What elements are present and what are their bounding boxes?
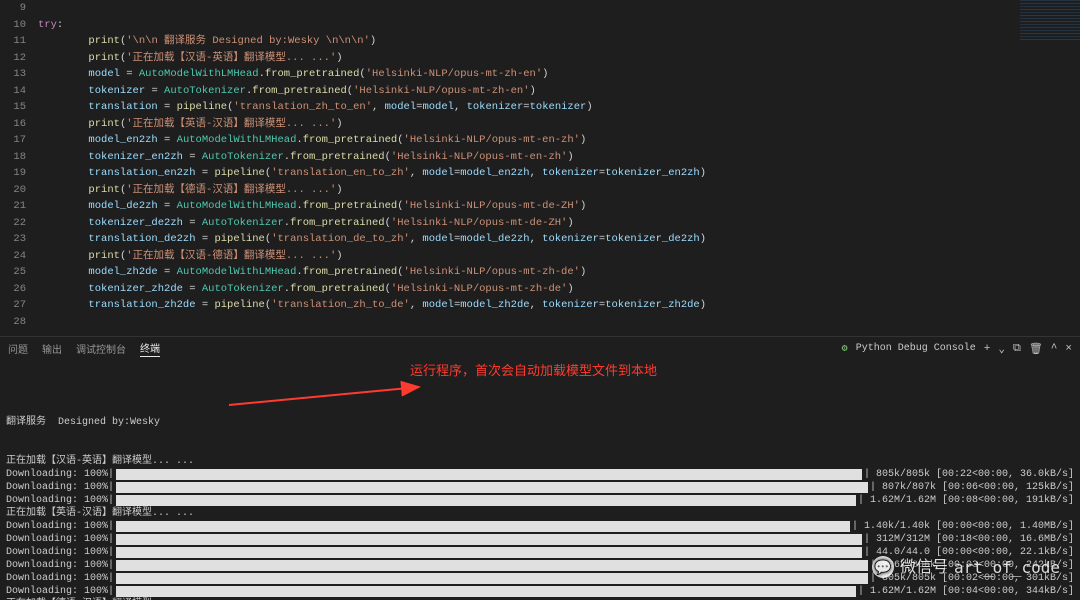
tab-debug-console[interactable]: 调试控制台 [76,341,126,357]
code-line[interactable]: translation_de2zh = pipeline('translatio… [38,231,1080,248]
terminal-output[interactable]: 运行程序，首次会自动加载模型文件到本地 翻译服务 Designed by:Wes… [0,360,1080,600]
line-number: 28 [0,314,26,331]
terminal-text-line: 正在加载【英语-汉语】翻译模型... ... [6,507,1074,520]
debug-icon: ⚙ [842,343,848,355]
progress-bar [116,560,868,571]
line-number: 10 [0,17,26,34]
watermark: 💬 微信号 art_of_code [872,556,1060,578]
code-line[interactable]: print('正在加载【英语-汉语】翻译模型... ...') [38,116,1080,133]
download-percent-label: Downloading: 100%| [6,585,114,598]
download-stats: | 1.40k/1.40k [00:00<00:00, 1.40MB/s] [852,520,1074,533]
line-number: 22 [0,215,26,232]
code-line[interactable]: print('正在加载【汉语-英语】翻译模型... ...') [38,50,1080,67]
download-percent-label: Downloading: 100%| [6,468,114,481]
close-panel-icon[interactable]: × [1065,343,1072,355]
download-percent-label: Downloading: 100%| [6,533,114,546]
kill-terminal-icon[interactable]: 🗑 [1029,342,1043,356]
annotation-arrow [200,368,400,398]
progress-bar [116,586,856,597]
line-number: 12 [0,50,26,67]
panel-toolbar: ⚙ Python Debug Console + ⌄ ⧉ 🗑 ^ × [842,342,1072,356]
minimap[interactable] [1020,0,1080,40]
code-line[interactable]: translation = pipeline('translation_zh_t… [38,99,1080,116]
code-line[interactable] [38,0,1080,17]
download-stats: | 1.62M/1.62M [00:08<00:00, 191kB/s] [858,494,1074,507]
line-number: 11 [0,33,26,50]
code-line[interactable] [38,314,1080,331]
code-line[interactable]: model_zh2de = AutoModelWithLMHead.from_p… [38,264,1080,281]
progress-bar [116,469,862,480]
line-number: 15 [0,99,26,116]
code-line[interactable]: print('\n\n 翻译服务 Designed by:Wesky \n\n\… [38,33,1080,50]
line-number: 13 [0,66,26,83]
line-number: 16 [0,116,26,133]
download-progress-row: Downloading: 100%| | 807k/807k [00:06<00:… [6,481,1074,494]
wechat-icon: 💬 [872,556,894,578]
code-line[interactable]: tokenizer_de2zh = AutoTokenizer.from_pre… [38,215,1080,232]
new-terminal-icon[interactable]: + [984,343,991,355]
line-number: 20 [0,182,26,199]
progress-bar [116,482,868,493]
split-terminal-icon[interactable]: ⧉ [1013,343,1021,355]
tab-output[interactable]: 输出 [42,341,62,357]
download-progress-row: Downloading: 100%| | 1.62M/1.62M [00:04<0… [6,585,1074,598]
code-line[interactable]: model_en2zh = AutoModelWithLMHead.from_p… [38,132,1080,149]
line-number: 17 [0,132,26,149]
download-stats: | 807k/807k [00:06<00:00, 125kB/s] [870,481,1074,494]
line-number: 25 [0,264,26,281]
download-progress-row: Downloading: 100%| | 1.40k/1.40k [00:00<0… [6,520,1074,533]
line-number: 18 [0,149,26,166]
code-line[interactable]: tokenizer = AutoTokenizer.from_pretraine… [38,83,1080,100]
line-number: 9 [0,0,26,17]
download-progress-row: Downloading: 100%| | 1.62M/1.62M [00:08<0… [6,494,1074,507]
terminal-text-line: 正在加载【汉语-英语】翻译模型... ... [6,455,1074,468]
panel-tab-bar: 问题 输出 调试控制台 终端 ⚙ Python Debug Console + … [0,336,1080,360]
progress-bar [116,495,856,506]
line-number-gutter: 910111213141516171819202122232425262728 [0,0,34,336]
tab-problems[interactable]: 问题 [8,341,28,357]
download-stats: | 805k/805k [00:22<00:00, 36.0kB/s] [864,468,1074,481]
download-percent-label: Downloading: 100%| [6,572,114,585]
line-number: 23 [0,231,26,248]
watermark-prefix: 微信号 [900,561,948,574]
code-line[interactable]: translation_zh2de = pipeline('translatio… [38,297,1080,314]
progress-bar [116,521,850,532]
watermark-handle: art_of_code [954,561,1060,574]
line-number: 26 [0,281,26,298]
code-editor[interactable]: 910111213141516171819202122232425262728 … [0,0,1080,336]
tab-terminal[interactable]: 终端 [140,340,160,357]
line-number: 14 [0,83,26,100]
annotation-text: 运行程序，首次会自动加载模型文件到本地 [410,364,657,377]
download-percent-label: Downloading: 100%| [6,520,114,533]
code-line[interactable]: print('正在加载【德语-汉语】翻译模型... ...') [38,182,1080,199]
terminal-text-line: 翻译服务 Designed by:Wesky [6,416,1074,429]
line-number: 21 [0,198,26,215]
code-line[interactable]: translation_en2zh = pipeline('translatio… [38,165,1080,182]
download-percent-label: Downloading: 100%| [6,546,114,559]
terminal-dropdown-icon[interactable]: ⌄ [998,342,1005,356]
download-progress-row: Downloading: 100%| | 805k/805k [00:22<00:… [6,468,1074,481]
progress-bar [116,573,868,584]
code-line[interactable]: try: [38,17,1080,34]
code-line[interactable]: model_de2zh = AutoModelWithLMHead.from_p… [38,198,1080,215]
code-content[interactable]: try: print('\n\n 翻译服务 Designed by:Wesky … [34,0,1080,336]
download-stats: | 1.62M/1.62M [00:04<00:00, 344kB/s] [858,585,1074,598]
progress-bar [116,547,862,558]
download-percent-label: Downloading: 100%| [6,559,114,572]
line-number: 27 [0,297,26,314]
download-percent-label: Downloading: 100%| [6,494,114,507]
code-line[interactable]: tokenizer_en2zh = AutoTokenizer.from_pre… [38,149,1080,166]
download-stats: | 312M/312M [00:18<00:00, 16.6MB/s] [864,533,1074,546]
code-line[interactable]: print('正在加载【汉语-德语】翻译模型... ...') [38,248,1080,265]
line-number: 19 [0,165,26,182]
download-progress-row: Downloading: 100%| | 312M/312M [00:18<00:… [6,533,1074,546]
code-line[interactable]: model = AutoModelWithLMHead.from_pretrai… [38,66,1080,83]
line-number: 24 [0,248,26,265]
terminal-profile-label[interactable]: Python Debug Console [856,343,976,354]
code-line[interactable]: tokenizer_zh2de = AutoTokenizer.from_pre… [38,281,1080,298]
progress-bar [116,534,862,545]
maximize-panel-icon[interactable]: ^ [1051,343,1058,355]
download-percent-label: Downloading: 100%| [6,481,114,494]
